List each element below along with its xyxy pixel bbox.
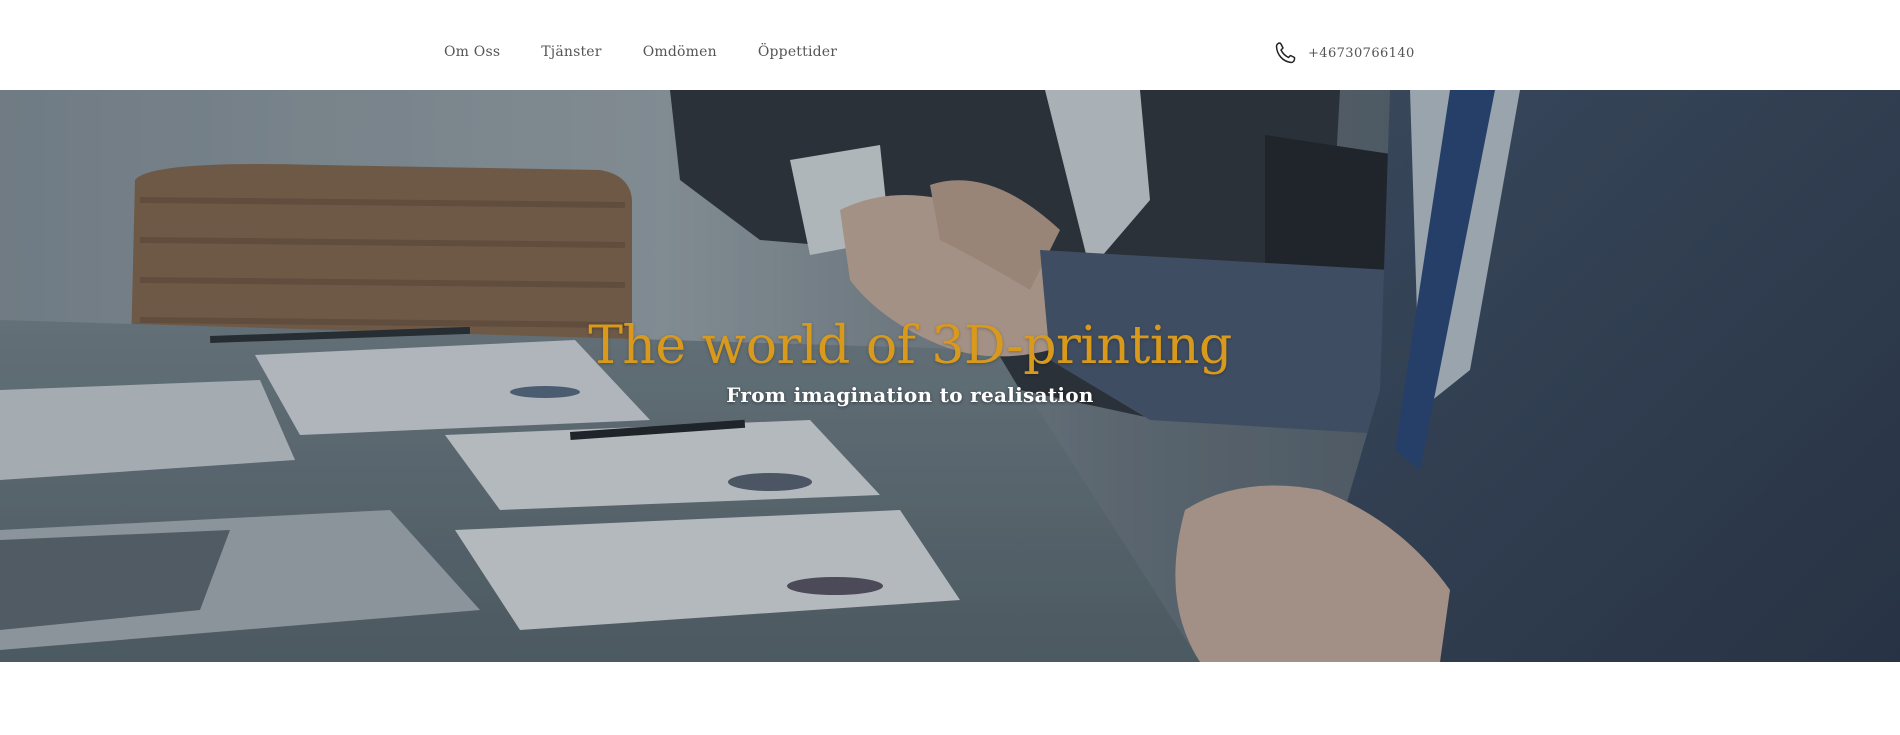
nav-item-omdomen[interactable]: Omdömen — [643, 44, 717, 60]
hero-banner: The world of 3D-printing From imaginatio… — [0, 90, 1900, 662]
nav-item-om-oss[interactable]: Om Oss — [444, 44, 500, 60]
phone-number: +46730766140 — [1308, 45, 1415, 61]
hero-overlay — [0, 90, 1900, 662]
site-header: Om Oss Tjänster Omdömen Öppettider +4673… — [0, 0, 1900, 90]
main-nav: Om Oss Tjänster Omdömen Öppettider — [444, 44, 878, 60]
nav-item-oppettider[interactable]: Öppettider — [758, 44, 837, 60]
phone-icon — [1274, 41, 1296, 65]
hero-title: The world of 3D-printing — [588, 316, 1232, 376]
nav-item-tjanster[interactable]: Tjänster — [541, 44, 601, 60]
content-area — [0, 662, 1900, 735]
hero-subtitle: From imagination to realisation — [726, 383, 1094, 407]
phone-link[interactable]: +46730766140 — [1274, 41, 1415, 65]
